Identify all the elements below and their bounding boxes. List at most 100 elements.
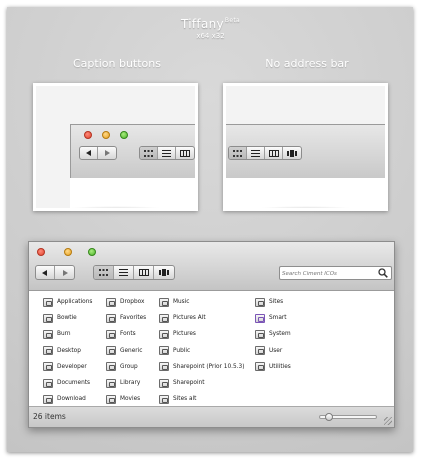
folder-label: User xyxy=(269,347,283,354)
search-field[interactable] xyxy=(279,266,392,280)
folder-icon xyxy=(43,362,53,372)
folder-item[interactable]: Movies xyxy=(106,393,140,405)
folder-item[interactable]: Burn xyxy=(43,328,71,340)
column-view-button[interactable] xyxy=(134,266,154,279)
folder-item[interactable]: Sharepoint (Prior 10.5.3) xyxy=(159,361,244,373)
search-input[interactable] xyxy=(282,268,372,279)
folder-icon xyxy=(106,297,116,307)
folder-item[interactable]: System xyxy=(255,328,291,340)
folder-label: Documents xyxy=(57,380,91,386)
folder-item[interactable]: Desktop xyxy=(43,345,81,357)
close-button-dot xyxy=(84,131,92,139)
folder-label: Sites xyxy=(269,299,284,305)
folder-label: Movies xyxy=(120,396,141,403)
folder-label: Fonts xyxy=(120,331,136,338)
folder-item[interactable]: Bowtie xyxy=(43,312,77,324)
folder-label: Developer xyxy=(57,363,87,370)
coverflow-view-button[interactable] xyxy=(154,266,174,279)
list-view-button[interactable] xyxy=(114,266,134,279)
folder-item[interactable]: Developer xyxy=(43,361,87,373)
page-title: TiffanyBeta xyxy=(0,17,421,31)
finder-window: Applications Bowtie Burn Desktop Developer Do… xyxy=(28,241,395,428)
page-subtitle: x64 x32 xyxy=(196,32,225,40)
folder-item[interactable]: Applications xyxy=(43,296,92,308)
folder-icon xyxy=(106,329,116,339)
folder-item[interactable]: Utilities xyxy=(255,361,291,373)
forward-button[interactable] xyxy=(55,266,74,279)
folder-icon xyxy=(159,346,169,356)
back-button[interactable] xyxy=(36,266,55,279)
folder-label: Public xyxy=(173,347,191,354)
folder-icon xyxy=(43,346,53,356)
view-mode-control xyxy=(228,146,302,160)
list-view-icon xyxy=(158,147,176,159)
folder-label: Favorites xyxy=(120,315,147,322)
folder-item[interactable]: Pictures Alt xyxy=(159,312,206,324)
folder-icon xyxy=(159,394,169,404)
list-view-icon xyxy=(247,147,265,159)
caption-buttons-preview xyxy=(33,83,198,211)
view-mode-control xyxy=(93,265,175,280)
close-button[interactable] xyxy=(37,248,45,256)
folder-label: Sharepoint (Prior 10.5.3) xyxy=(173,363,245,370)
resize-grip[interactable] xyxy=(384,417,392,425)
folder-label: Sharepoint xyxy=(173,380,205,386)
folder-icon xyxy=(43,378,53,388)
forward-arrow-icon xyxy=(62,269,68,276)
view-mode-control xyxy=(139,146,195,160)
icon-view-button[interactable] xyxy=(94,266,114,279)
folder-icon xyxy=(43,297,53,307)
folder-item[interactable]: Generic xyxy=(106,345,142,357)
folder-item[interactable]: Group xyxy=(106,361,138,373)
folder-item[interactable]: Pictures xyxy=(159,328,196,340)
folder-label: Group xyxy=(120,363,138,370)
no-address-bar-preview xyxy=(223,83,388,211)
folder-item[interactable]: Music xyxy=(159,296,190,308)
zoom-button[interactable] xyxy=(88,248,96,256)
icon-view-icon xyxy=(99,269,108,276)
folder-item[interactable]: Sites xyxy=(255,296,283,308)
coverflow-view-icon xyxy=(159,269,169,276)
folder-item[interactable]: Library xyxy=(106,377,140,389)
folder-item[interactable]: Favorites xyxy=(106,312,146,324)
icon-view-icon xyxy=(140,147,158,159)
coverflow-view-icon xyxy=(283,147,301,159)
back-arrow-icon xyxy=(42,269,47,276)
folder-item[interactable]: Public xyxy=(159,345,190,357)
folder-item[interactable]: Dropbox xyxy=(106,296,144,308)
folder-label: Pictures xyxy=(173,331,196,338)
item-count: 26 items xyxy=(33,412,66,421)
folder-icon xyxy=(106,313,116,323)
folder-item[interactable]: Sharepoint xyxy=(159,377,205,389)
folder-label: System xyxy=(269,331,291,338)
folder-icon xyxy=(255,362,265,372)
list-view-icon xyxy=(119,269,128,276)
file-grid: Applications Bowtie Burn Desktop Developer Do… xyxy=(29,291,394,407)
folder-icon xyxy=(255,329,265,339)
icon-size-slider[interactable] xyxy=(319,413,377,421)
no-address-bar-heading: No address bar xyxy=(265,57,349,70)
zoom-button-dot xyxy=(120,131,128,139)
column-view-icon xyxy=(265,147,283,159)
minimize-button[interactable] xyxy=(64,248,72,256)
folder-item[interactable]: Documents xyxy=(43,377,90,389)
folder-item[interactable]: User xyxy=(255,345,282,357)
folder-icon xyxy=(159,329,169,339)
search-icon xyxy=(378,268,388,278)
folder-label: Utilities xyxy=(269,363,291,370)
folder-item[interactable]: Fonts xyxy=(106,328,136,340)
preview-window-toolbar xyxy=(70,124,195,178)
folder-label: Desktop xyxy=(57,347,81,354)
back-forward-control xyxy=(79,146,117,160)
column-view-icon xyxy=(176,147,194,159)
folder-item[interactable]: Smart xyxy=(255,312,287,324)
folder-label: Download xyxy=(57,396,86,403)
column-view-icon xyxy=(138,269,149,276)
folder-item[interactable]: Sites alt xyxy=(159,393,196,405)
folder-item[interactable]: Download xyxy=(43,393,86,405)
folder-label: Applications xyxy=(57,299,93,305)
slider-knob[interactable] xyxy=(324,413,333,421)
preview-window-toolbar xyxy=(226,124,385,178)
folder-icon xyxy=(255,346,265,356)
folder-label: Smart xyxy=(269,315,287,322)
